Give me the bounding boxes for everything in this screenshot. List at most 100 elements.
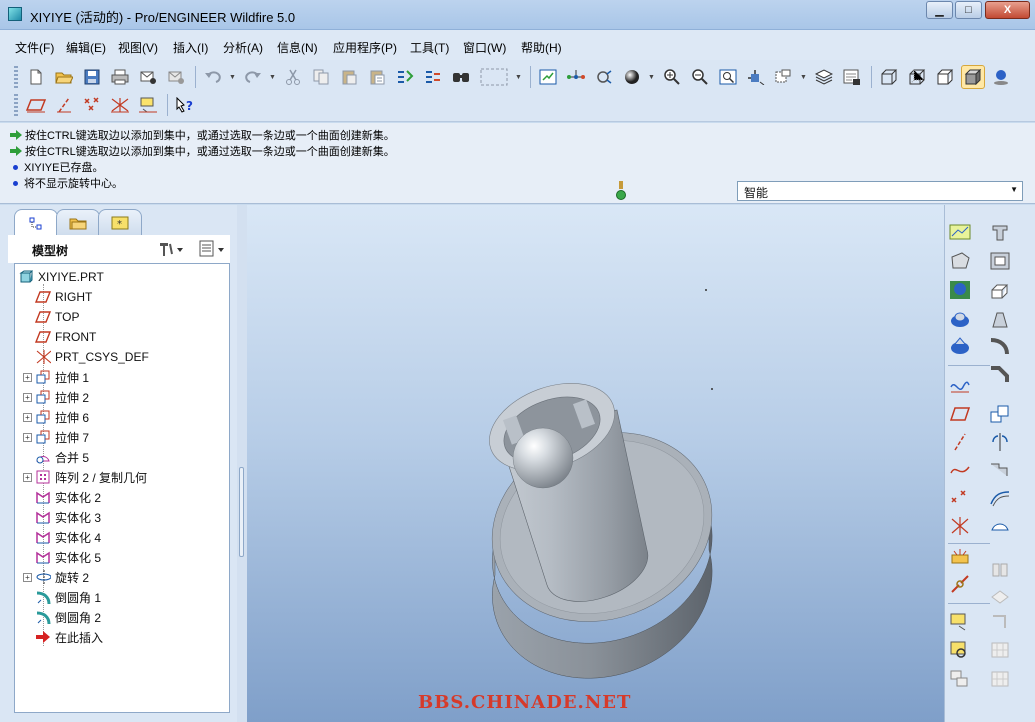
folder-browser-tab[interactable] — [56, 209, 100, 235]
tree-item[interactable]: PRT_CSYS_DEF — [23, 348, 149, 366]
tree-item[interactable]: + 拉伸 2 — [23, 388, 89, 406]
maximize-button[interactable]: □ — [955, 1, 982, 19]
paste-special-icon[interactable] — [365, 65, 389, 89]
tree-item[interactable]: 实体化 4 — [23, 528, 101, 546]
tree-item[interactable]: FRONT — [23, 328, 96, 346]
tree-item[interactable]: + 拉伸 1 — [23, 368, 89, 386]
analysis-tool-icon[interactable] — [948, 545, 972, 569]
datum-axis-display-icon[interactable] — [52, 93, 76, 117]
expand-toggle-icon[interactable]: + — [23, 432, 32, 442]
round-tool-icon[interactable] — [988, 334, 1012, 358]
saved-views-dropdown-icon[interactable]: ▼ — [800, 74, 808, 81]
expand-toggle-icon[interactable]: + — [23, 412, 32, 422]
wireframe-icon[interactable] — [877, 65, 901, 89]
spin-center-icon[interactable] — [564, 65, 588, 89]
send-link-icon[interactable] — [164, 65, 188, 89]
menu-window[interactable]: 窗口(W) — [463, 39, 506, 56]
save-icon[interactable] — [80, 65, 104, 89]
no-hidden-icon[interactable] — [933, 65, 957, 89]
view-manager-icon[interactable] — [840, 65, 864, 89]
shading-icon[interactable] — [961, 65, 985, 89]
hole-icon[interactable] — [988, 220, 1012, 244]
solidify-disabled-icon[interactable] — [988, 558, 1012, 582]
csys-display-icon[interactable] — [108, 93, 132, 117]
tree-item[interactable]: 实体化 2 — [23, 488, 101, 506]
zoom-out-icon[interactable] — [688, 65, 712, 89]
tree-item[interactable]: TOP — [23, 308, 79, 326]
datum-plane-tool-icon[interactable] — [948, 220, 972, 244]
coordinate-tool-icon[interactable] — [948, 514, 972, 538]
undo-dropdown-icon[interactable]: ▼ — [229, 74, 237, 81]
cut-icon[interactable] — [281, 65, 305, 89]
find-icon[interactable] — [449, 65, 473, 89]
regen-manager-icon[interactable] — [421, 65, 445, 89]
tree-item[interactable]: 实体化 5 — [23, 548, 101, 566]
tree-item[interactable]: + 拉伸 7 — [23, 428, 89, 446]
repaint-icon[interactable] — [536, 65, 560, 89]
expand-toggle-icon[interactable]: + — [23, 572, 32, 582]
datum-plane-display-icon[interactable] — [24, 93, 48, 117]
select-box-icon[interactable] — [477, 65, 511, 89]
shell-icon[interactable] — [988, 249, 1012, 273]
context-help-icon[interactable]: ? — [173, 93, 197, 117]
menu-file[interactable]: 文件(F) — [15, 39, 54, 56]
show-menu-icon[interactable] — [198, 240, 228, 261]
mirror-tool-icon[interactable] — [988, 430, 1012, 454]
part-model[interactable] — [247, 205, 944, 722]
tree-item[interactable]: 在此插入 — [23, 628, 103, 646]
grid2-disabled-icon[interactable] — [988, 667, 1012, 691]
extend-tool-icon[interactable] — [988, 458, 1012, 482]
sketch-tool-icon[interactable] — [948, 373, 972, 397]
tree-item[interactable]: 倒圆角 1 — [23, 588, 101, 606]
datum-curve-tool-icon[interactable] — [948, 334, 972, 358]
replace-disabled-icon[interactable] — [988, 610, 1012, 634]
datum-point-display-icon[interactable] — [80, 93, 104, 117]
copy-icon[interactable] — [309, 65, 333, 89]
close-button[interactable]: X — [985, 1, 1030, 19]
redo-dropdown-icon[interactable]: ▼ — [269, 74, 277, 81]
print-icon[interactable] — [108, 65, 132, 89]
pattern-tool-icon[interactable] — [988, 402, 1012, 426]
graphics-window[interactable] — [247, 205, 944, 722]
model-tree-tab[interactable] — [14, 209, 58, 237]
panel-splitter[interactable] — [237, 205, 247, 722]
shade-icon[interactable] — [620, 65, 644, 89]
expand-toggle-icon[interactable]: + — [23, 472, 32, 482]
select-dropdown-icon[interactable]: ▼ — [515, 74, 523, 81]
menu-insert[interactable]: 插入(I) — [173, 39, 208, 56]
expand-toggle-icon[interactable]: + — [23, 392, 32, 402]
layers-icon[interactable] — [812, 65, 836, 89]
toolbar-grip-2[interactable] — [14, 94, 18, 116]
menu-analysis[interactable]: 分析(A) — [223, 39, 263, 56]
menu-info[interactable]: 信息(N) — [277, 39, 318, 56]
open-icon[interactable] — [52, 65, 76, 89]
annotation-display-icon[interactable] — [136, 93, 160, 117]
tree-item[interactable]: 合并 5 — [23, 448, 89, 466]
rib-icon[interactable] — [988, 278, 1012, 302]
tree-item[interactable]: + 阵列 2 / 复制几何 — [23, 468, 147, 486]
curve-tool-icon[interactable] — [948, 457, 972, 481]
csys-tool-icon[interactable] — [948, 307, 972, 331]
expand-toggle-icon[interactable]: + — [23, 372, 32, 382]
selection-filter-select[interactable]: 智能 ▼ — [737, 181, 1023, 201]
zoom-in-icon[interactable] — [660, 65, 684, 89]
offset-tool-icon[interactable] — [988, 486, 1012, 510]
redo-icon[interactable] — [241, 65, 265, 89]
tree-item[interactable]: + 旋转 2 — [23, 568, 89, 586]
minimize-button[interactable]: ▁ — [926, 1, 953, 19]
thicken-disabled-icon[interactable] — [988, 585, 1012, 609]
tree-item[interactable]: RIGHT — [23, 288, 92, 306]
reorient-icon[interactable] — [744, 65, 768, 89]
merge-tool-icon[interactable] — [988, 514, 1012, 538]
menu-edit[interactable]: 编辑(E) — [66, 39, 106, 56]
datum-point-tool-icon[interactable] — [948, 278, 972, 302]
shade-dropdown-icon[interactable]: ▼ — [648, 74, 656, 81]
menu-view[interactable]: 视图(V) — [118, 39, 158, 56]
paste-icon[interactable] — [337, 65, 361, 89]
tree-settings-icon[interactable] — [158, 240, 184, 261]
reference-tool-icon[interactable] — [948, 573, 972, 597]
tree-item[interactable]: 倒圆角 2 — [23, 608, 101, 626]
draft-icon[interactable] — [988, 307, 1012, 331]
tree-item[interactable]: 实体化 3 — [23, 508, 101, 526]
favorites-tab[interactable]: * — [98, 209, 142, 235]
